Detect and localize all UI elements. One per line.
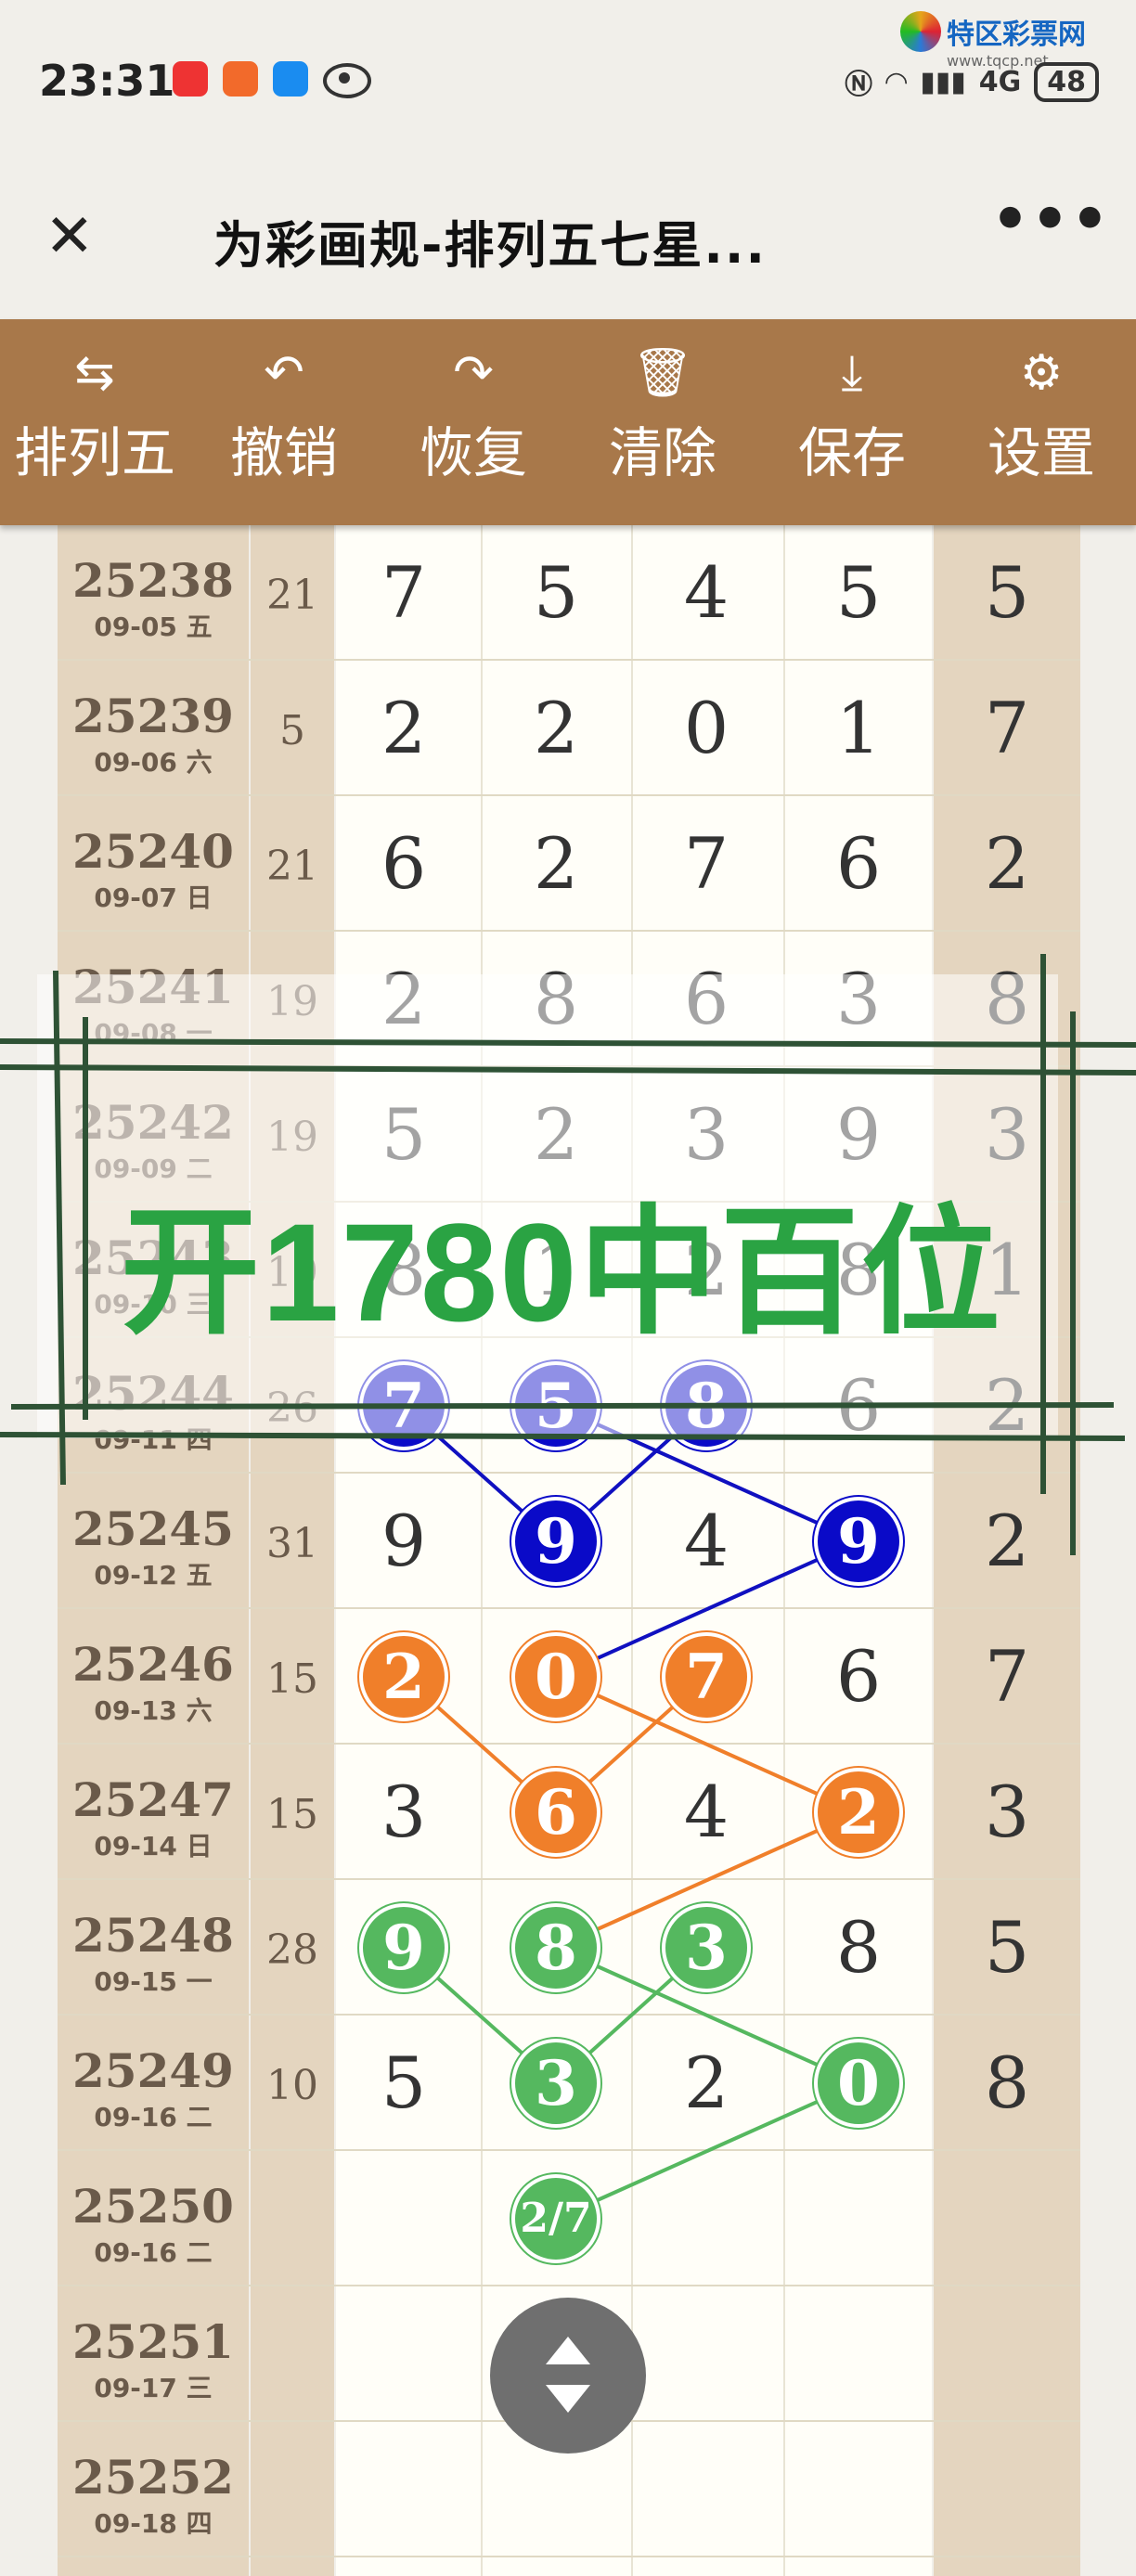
frame-line-bottom <box>10 1402 1115 1410</box>
arrow-up-icon <box>546 2337 590 2364</box>
announcement-text: 开1780中百位 <box>121 1194 1002 1350</box>
frame-line-bottom-2 <box>0 1432 1126 1441</box>
frame-line-top <box>0 1038 1136 1048</box>
arrow-down-icon <box>546 2385 590 2413</box>
frame-line-top-2 <box>0 1064 1136 1075</box>
scroll-toggle-button[interactable] <box>490 2298 646 2454</box>
